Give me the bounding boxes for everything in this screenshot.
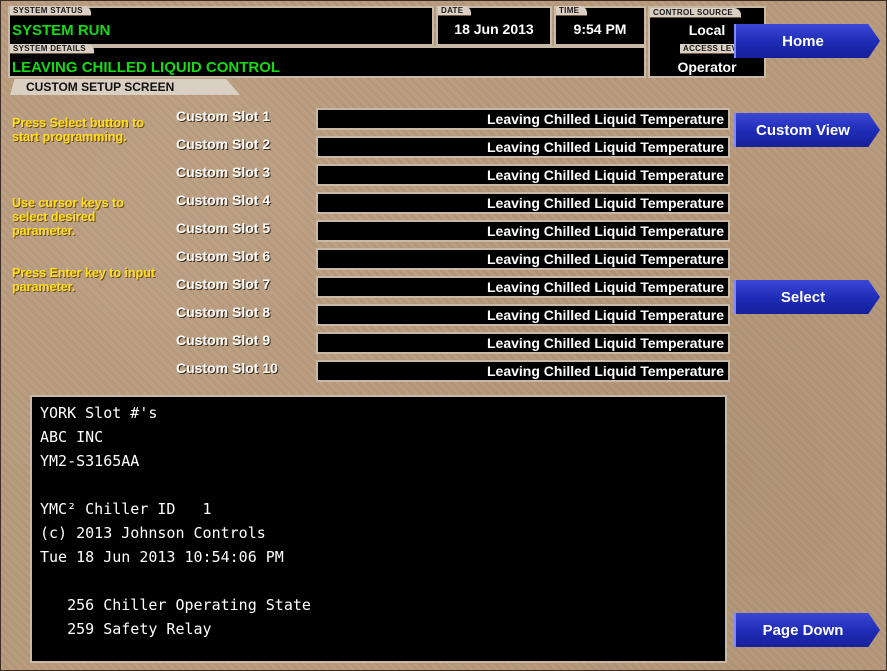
time-label: TIME	[556, 6, 588, 16]
slot-label-2: Custom Slot 2	[176, 136, 271, 152]
slot-value-6[interactable]: Leaving Chilled Liquid Temperature	[316, 248, 730, 270]
console-line: YM2-S3165AA	[40, 452, 140, 470]
slot-value-3[interactable]: Leaving Chilled Liquid Temperature	[316, 164, 730, 186]
console-line: YORK Slot #'s	[40, 404, 158, 422]
slot-value-2[interactable]: Leaving Chilled Liquid Temperature	[316, 136, 730, 158]
slot-value-10[interactable]: Leaving Chilled Liquid Temperature	[316, 360, 730, 382]
slot-label-7: Custom Slot 7	[176, 276, 271, 292]
slot-label-5: Custom Slot 5	[176, 220, 271, 236]
console-line: 256 Chiller Operating State	[40, 596, 311, 614]
slot-label-6: Custom Slot 6	[176, 248, 271, 264]
slot-label-8: Custom Slot 8	[176, 304, 271, 320]
slot-value-1[interactable]: Leaving Chilled Liquid Temperature	[316, 108, 730, 130]
select-button[interactable]: Select	[734, 280, 880, 314]
slot-value-4[interactable]: Leaving Chilled Liquid Temperature	[316, 192, 730, 214]
console-line: ABC INC	[40, 428, 104, 446]
instruction-select: Press Select button to start programming…	[12, 116, 144, 144]
control-source-label: CONTROL SOURCE	[650, 8, 742, 18]
slot-label-3: Custom Slot 3	[176, 164, 271, 180]
system-status-label: SYSTEM STATUS	[10, 6, 91, 16]
home-button[interactable]: Home	[734, 24, 880, 58]
page-down-button[interactable]: Page Down	[734, 613, 880, 647]
time-value: 9:54 PM	[573, 21, 627, 37]
system-details-label: SYSTEM DETAILS	[10, 44, 94, 54]
access-level-value: Operator	[677, 59, 737, 75]
screen-title: CUSTOM SETUP SCREEN	[10, 79, 240, 95]
slot-value-7[interactable]: Leaving Chilled Liquid Temperature	[316, 276, 730, 298]
system-details-value: LEAVING CHILLED LIQUID CONTROL	[12, 59, 281, 76]
console-line: Tue 18 Jun 2013 10:54:06 PM	[40, 548, 284, 566]
instruction-cursor: Use cursor keys to select desired parame…	[12, 196, 124, 238]
custom-view-button[interactable]: Custom View	[734, 113, 880, 147]
slot-value-5[interactable]: Leaving Chilled Liquid Temperature	[316, 220, 730, 242]
console-line: YMC² Chiller ID 1	[40, 500, 212, 518]
date-label: DATE	[438, 6, 472, 16]
console-line: (c) 2013 Johnson Controls	[40, 524, 266, 542]
slot-value-9[interactable]: Leaving Chilled Liquid Temperature	[316, 332, 730, 354]
console-line: 259 Safety Relay	[40, 620, 212, 638]
slot-label-9: Custom Slot 9	[176, 332, 271, 348]
slot-value-8[interactable]: Leaving Chilled Liquid Temperature	[316, 304, 730, 326]
system-status-value: SYSTEM RUN	[12, 22, 111, 39]
instruction-enter: Press Enter key to input parameter.	[12, 266, 156, 294]
info-console: YORK Slot #'s ABC INC YM2-S3165AA YMC² C…	[30, 395, 727, 663]
slot-label-10: Custom Slot 10	[176, 360, 278, 376]
slot-label-1: Custom Slot 1	[176, 108, 271, 124]
slot-label-4: Custom Slot 4	[176, 192, 271, 208]
date-value: 18 Jun 2013	[454, 21, 534, 37]
